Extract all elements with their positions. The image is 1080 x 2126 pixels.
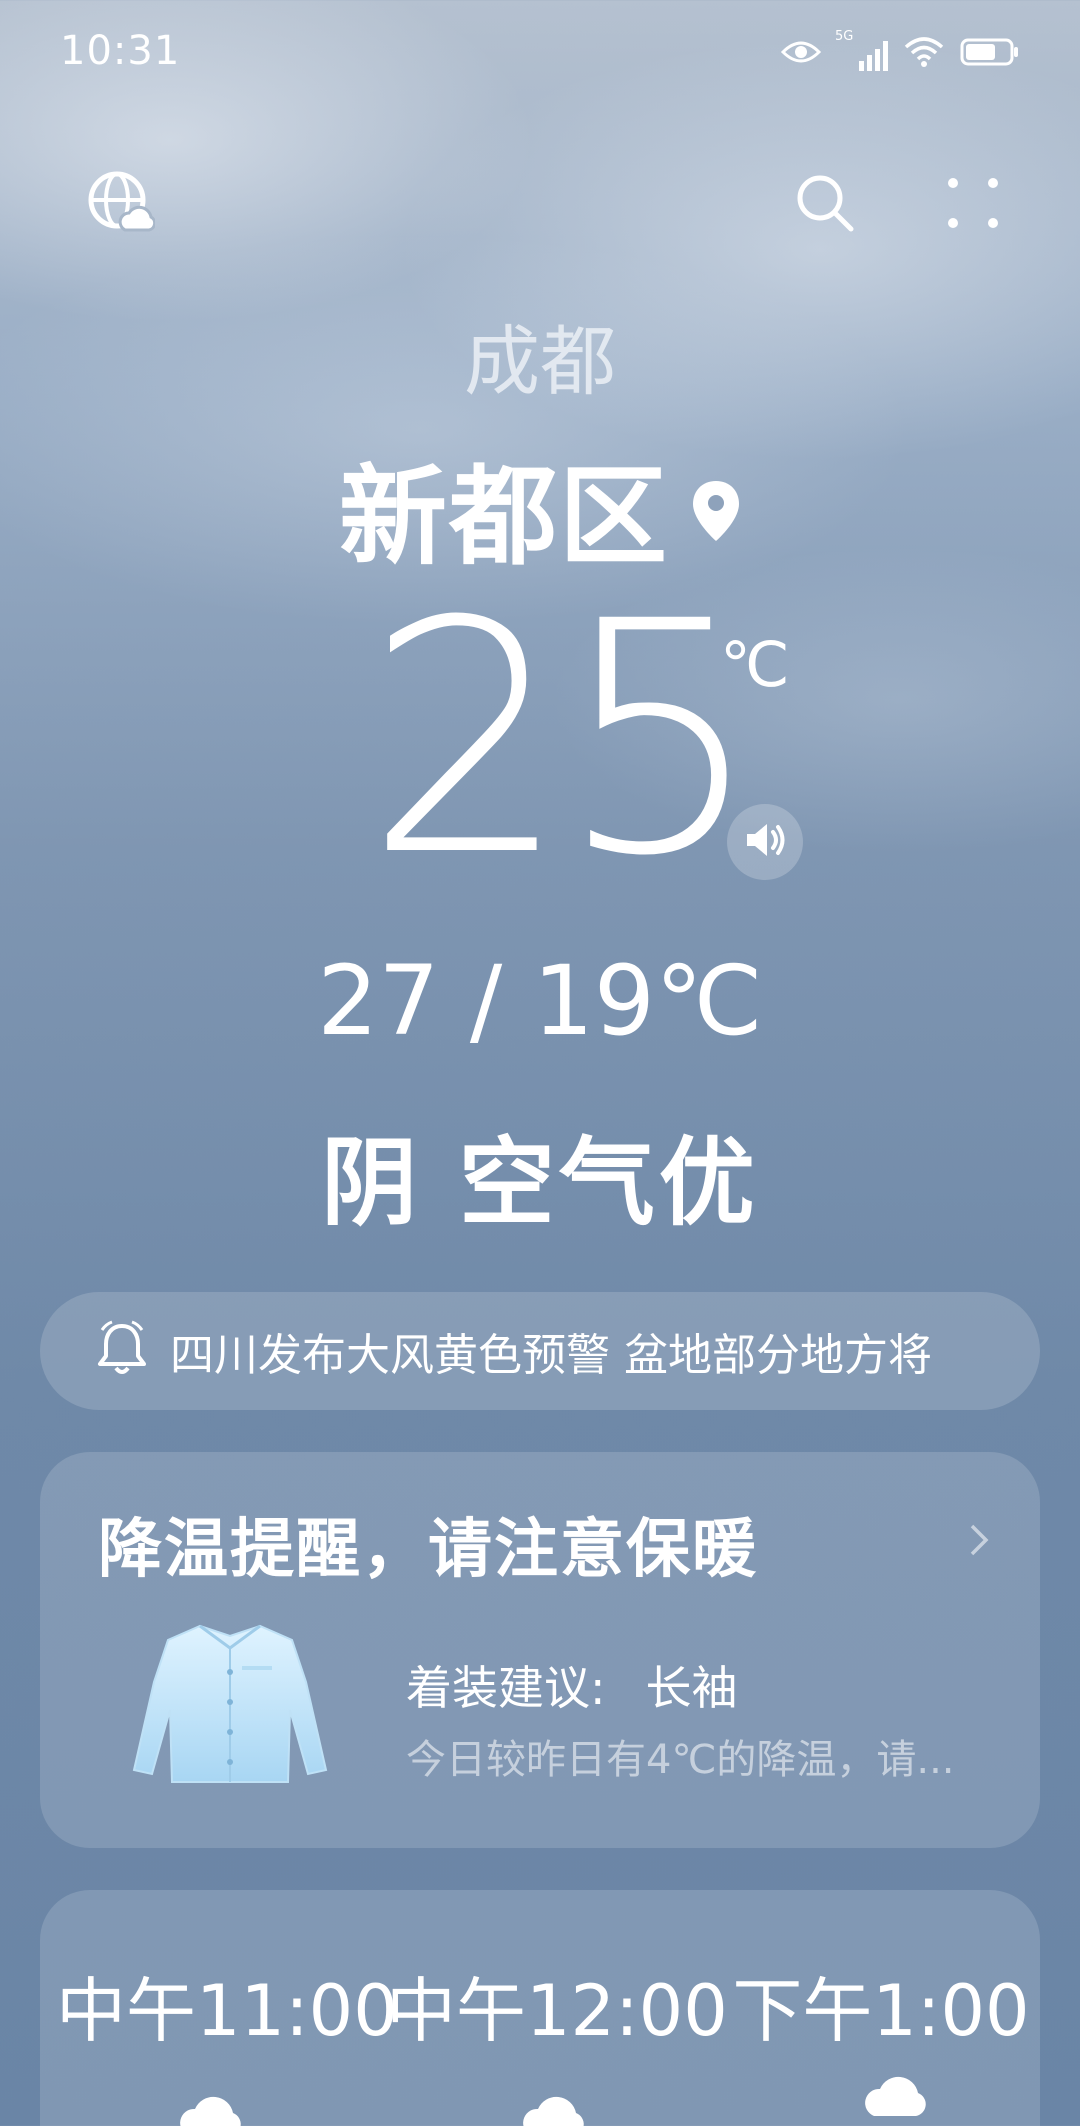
more-menu-button[interactable] (928, 160, 1018, 250)
search-icon (793, 171, 857, 239)
alert-text: 四川发布大风黄色预警 盆地部分地方将 (170, 1330, 932, 1381)
chevron-right-icon (968, 1522, 990, 1562)
wifi-icon (904, 36, 944, 72)
voice-broadcast-button[interactable] (727, 804, 803, 880)
temperature-unit: ℃ (720, 628, 790, 701)
search-button[interactable] (780, 160, 870, 250)
city-name: 成都 (464, 317, 616, 406)
speaker-icon (743, 820, 787, 864)
network-type-label: 5G (835, 29, 854, 44)
reminder-description: 今日较昨日有4℃的降温，请... (406, 1737, 955, 1783)
reminder-title: 降温提醒，请注意保暖 (98, 1513, 758, 1587)
alarm-bell-icon (96, 1320, 148, 1382)
cloudy-icon (175, 2080, 255, 2126)
hourly-list: 中午11:00 中午12:00 下午1:00 (56, 1955, 1040, 2056)
status-time: 10:31 (60, 28, 181, 74)
dress-suggestion: 着装建议: 长袖 (406, 1652, 738, 1718)
hourly-time: 中午11:00 (56, 1970, 398, 2052)
hourly-time: 中午12:00 (386, 1970, 728, 2052)
hourly-time: 下午1:00 (732, 1970, 1030, 2052)
city-manage-button[interactable] (75, 160, 165, 250)
location-pin-icon (691, 479, 741, 547)
cellular-signal-icon: 5G (835, 29, 888, 71)
eye-icon (780, 37, 822, 71)
four-dots-menu-icon (945, 175, 1001, 235)
status-icons: 5G (780, 29, 1020, 78)
cloudy-icon (518, 2080, 598, 2126)
high-low-temperature: 27 / 19℃ (317, 945, 763, 1057)
cooling-reminder-card[interactable]: 降温提醒，请注意保暖 着装建议: 长袖 今日较昨日有4℃的降温，请... (40, 1452, 1040, 1848)
dress-suggestion-value: 长袖 (645, 1661, 738, 1715)
cloudy-icon (860, 2060, 940, 2124)
current-temperature: 25 (365, 554, 762, 926)
battery-icon (960, 37, 1020, 71)
status-bar: 10:31 5G (0, 0, 1080, 110)
weather-condition: 阴 空气优 (321, 1127, 759, 1239)
hourly-forecast-card[interactable]: 中午11:00 中午12:00 下午1:00 (40, 1890, 1040, 2126)
globe-weather-icon (85, 168, 157, 242)
long-sleeve-shirt-icon (130, 1622, 330, 1796)
dress-suggestion-label: 着装建议: (406, 1661, 606, 1715)
weather-alert-banner[interactable]: 四川发布大风黄色预警 盆地部分地方将 (40, 1292, 1040, 1410)
